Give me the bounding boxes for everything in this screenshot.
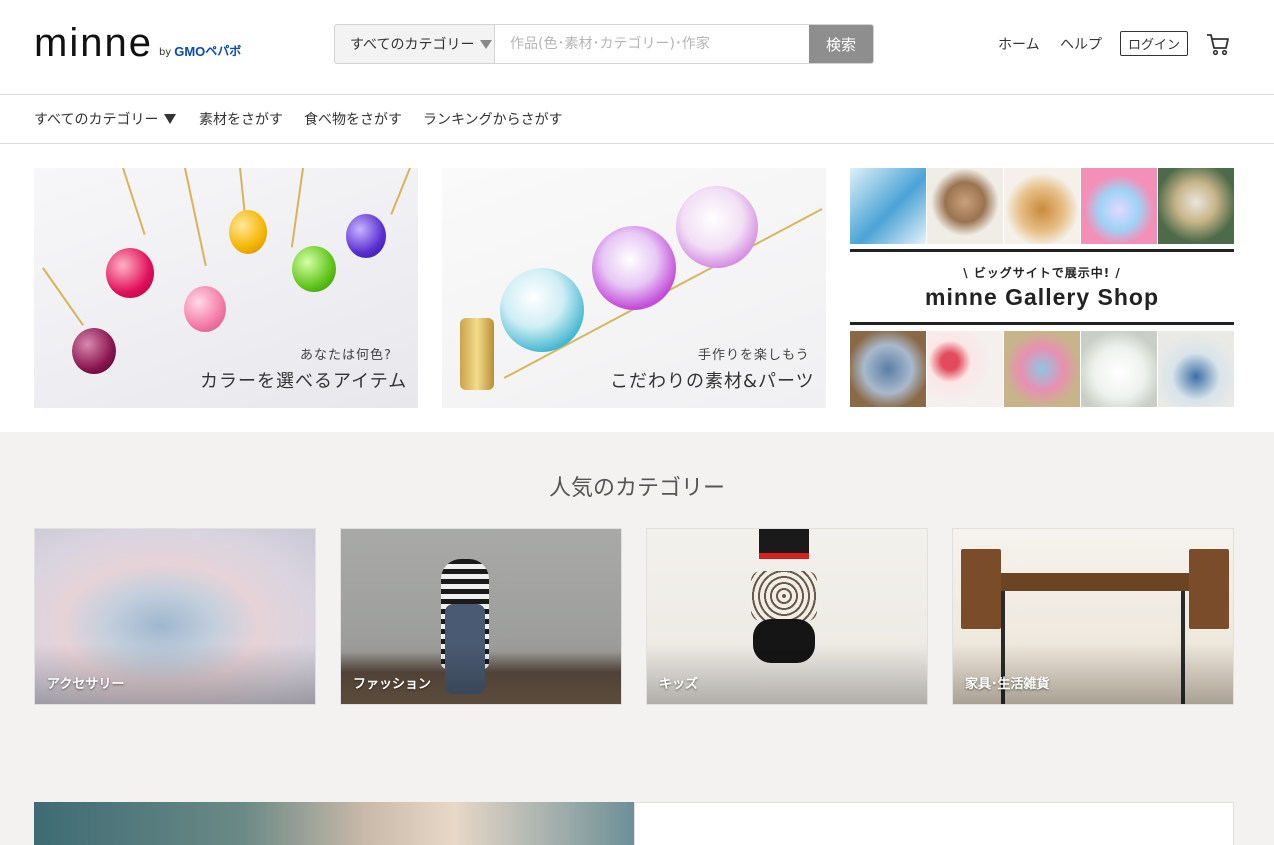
category-card-label: アクセサリー: [47, 677, 125, 692]
site-logo[interactable]: minne by GMO ペパボ: [34, 21, 242, 65]
category-nav-materials[interactable]: 素材をさがす: [199, 95, 283, 143]
gallery-tile-image: [1004, 331, 1080, 407]
logo-pepabo-text: ペパボ: [205, 44, 242, 58]
search-bar: すべてのカテゴリー 検索: [334, 24, 874, 64]
gallery-tile-image: [1081, 168, 1157, 244]
logo-by-text: by: [158, 47, 172, 58]
logo-wordmark: minne: [34, 21, 153, 65]
gallery-tile-image: [927, 168, 1003, 244]
cart-icon[interactable]: [1205, 31, 1231, 57]
search-input[interactable]: [495, 25, 809, 63]
feature-image[interactable]: [34, 802, 634, 845]
gallery-tile-image: [1004, 168, 1080, 244]
banner-subtitle: \ ビッグサイトで展示中! /: [963, 266, 1121, 280]
banner-color-items[interactable]: あなたは何色? カラーを選べるアイテム: [34, 168, 418, 408]
triangle-down-icon: [164, 114, 177, 124]
search-category-select[interactable]: すべてのカテゴリー: [335, 25, 495, 63]
banner-title: こだわりの素材&パーツ: [610, 371, 815, 392]
banner-gallery-shop[interactable]: \ ビッグサイトで展示中! / minne Gallery Shop: [850, 168, 1234, 408]
gallery-tile-image: [927, 331, 1003, 407]
login-button[interactable]: ログイン: [1120, 31, 1188, 56]
site-header: minne by GMO ペパボ すべてのカテゴリー 検索 ホーム ヘルプ ログ…: [0, 0, 1274, 95]
search-button[interactable]: 検索: [809, 25, 873, 63]
banner-subtitle: 手作りを楽しもう: [698, 348, 810, 363]
category-card-label: キッズ: [659, 677, 699, 692]
banner-subtitle: あなたは何色?: [300, 348, 392, 363]
gallery-tile-image: [1081, 331, 1157, 407]
gallery-divider: [850, 249, 1234, 252]
banner-title: minne Gallery Shop: [925, 284, 1159, 310]
banner-title: カラーを選べるアイテム: [200, 371, 408, 392]
category-nav-all-label: すべてのカテゴリー: [34, 112, 159, 128]
feature-panel: [634, 802, 1234, 845]
search-category-label: すべてのカテゴリー: [350, 37, 475, 53]
section-title: 人気のカテゴリー: [548, 476, 725, 501]
category-nav-ranking[interactable]: ランキングからさがす: [423, 95, 563, 143]
category-nav-all[interactable]: すべてのカテゴリー: [34, 95, 177, 143]
gallery-divider: [850, 322, 1234, 325]
nav-home-link[interactable]: ホーム: [998, 31, 1040, 57]
nav-help-link[interactable]: ヘルプ: [1060, 31, 1102, 57]
category-nav-food[interactable]: 食べ物をさがす: [304, 95, 402, 143]
category-card-label: 家具･生活雑貨: [965, 677, 1050, 692]
category-card-fashion[interactable]: ファッション: [340, 528, 622, 705]
category-card-kids[interactable]: キッズ: [646, 528, 928, 705]
logo-gmo-text: GMO: [174, 44, 206, 59]
chevron-down-icon: [480, 39, 493, 49]
category-card-label: ファッション: [353, 677, 432, 692]
gallery-tile-image: [1158, 168, 1234, 244]
gallery-tile-image: [1158, 331, 1234, 407]
category-nav: すべてのカテゴリー 素材をさがす 食べ物をさがす ランキングからさがす: [0, 95, 1274, 144]
gallery-tile-image: [850, 168, 926, 244]
popular-categories-section: 人気のカテゴリー アクセサリー ファッション キッズ 家具･生活雑貨: [0, 432, 1274, 845]
banner-materials-parts[interactable]: 手作りを楽しもう こだわりの素材&パーツ: [442, 168, 826, 408]
category-card-accessories[interactable]: アクセサリー: [34, 528, 316, 705]
category-card-furniture[interactable]: 家具･生活雑貨: [952, 528, 1234, 705]
gallery-tile-image: [850, 331, 926, 407]
